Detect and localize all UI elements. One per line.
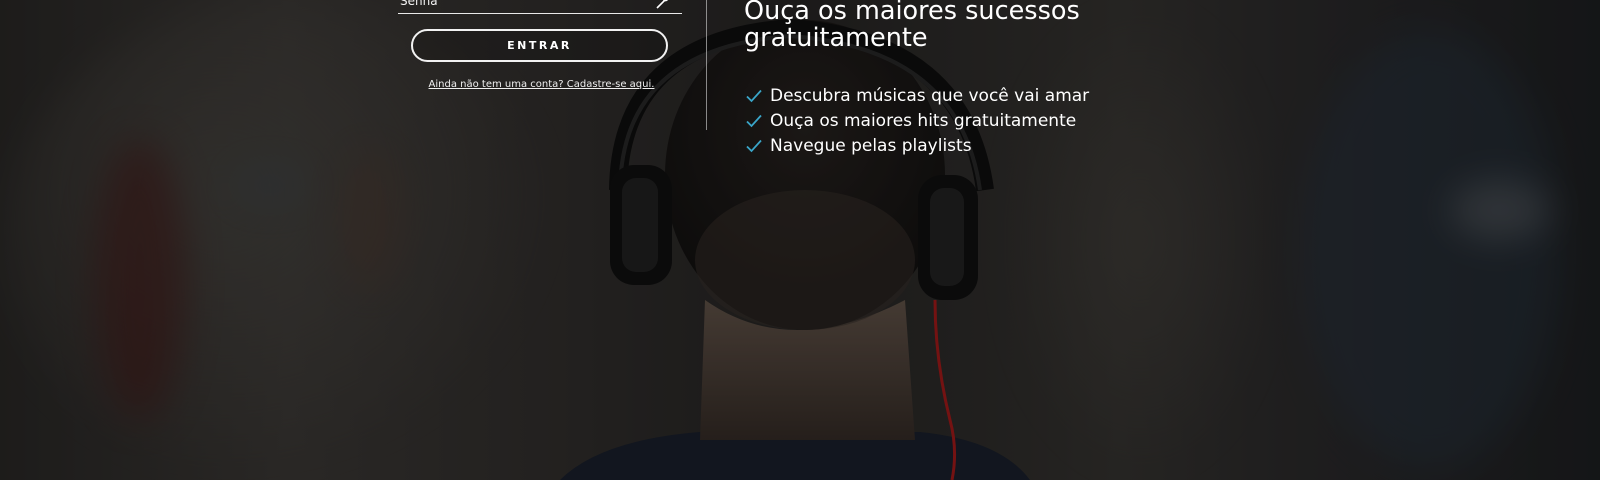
hero-headline-line-1: Ouça os maiores sucessos (744, 0, 1080, 26)
check-icon (746, 114, 762, 127)
check-icon (746, 89, 762, 102)
feature-label: Ouça os maiores hits gratuitamente (770, 110, 1077, 131)
hero-headline: Ouça os maiores sucessos gratuitamente (744, 0, 1080, 52)
feature-item: Ouça os maiores hits gratuitamente (746, 108, 1089, 133)
check-icon (746, 139, 762, 152)
eye-icon[interactable] (656, 0, 668, 9)
vertical-divider (706, 0, 707, 130)
signup-link[interactable]: Ainda não tem uma conta? Cadastre-se aqu… (424, 79, 659, 90)
login-button[interactable]: ENTRAR (411, 29, 668, 62)
password-field[interactable]: Senha (398, 0, 682, 14)
hero-headline-line-2: gratuitamente (744, 23, 928, 53)
feature-label: Descubra músicas que você vai amar (770, 85, 1090, 106)
dark-overlay (0, 0, 1600, 480)
feature-list: Descubra músicas que você vai amar Ouça … (746, 83, 1089, 158)
feature-item: Descubra músicas que você vai amar (746, 83, 1089, 108)
feature-label: Navegue pelas playlists (770, 135, 972, 156)
password-field-value: Senha (400, 0, 438, 8)
feature-item: Navegue pelas playlists (746, 133, 1089, 158)
